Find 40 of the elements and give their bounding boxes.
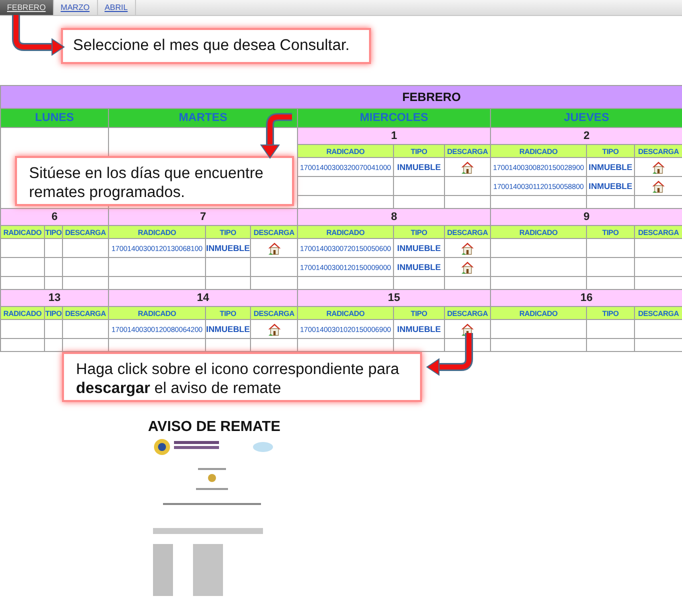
- house-icon[interactable]: [268, 322, 280, 336]
- day-number: 7: [108, 208, 298, 226]
- day-number: 13: [0, 290, 108, 306]
- table-cell: INMUEBLE: [394, 258, 444, 276]
- day-number: 16: [490, 290, 682, 306]
- house-icon[interactable]: [268, 242, 280, 254]
- house-icon[interactable]: [461, 160, 474, 174]
- table-cell: INMUEBLE: [206, 238, 250, 258]
- day-number: 1: [298, 128, 490, 144]
- weekday-header: JUEVES: [490, 108, 682, 128]
- table-cell: INMUEBLE: [586, 158, 634, 176]
- instruction-text: Sitúese en los días que encuentre remates programados.: [29, 165, 264, 201]
- table-cell: INMUEBLE: [394, 320, 444, 338]
- day-number: 14: [108, 290, 298, 306]
- weekday-header: MIERCOLES: [298, 108, 490, 128]
- document-title: AVISO DE REMATE: [148, 419, 280, 435]
- day-number: 6: [0, 208, 108, 226]
- arrow: [426, 333, 473, 376]
- instruction-text: Seleccione el mes que desea Consultar.: [73, 37, 350, 54]
- month-tab[interactable]: ABRIL: [98, 0, 136, 15]
- day-number: 2: [490, 128, 682, 144]
- table-cell: INMUEBLE: [394, 238, 444, 258]
- house-icon[interactable]: [652, 160, 666, 174]
- day-number: 15: [298, 290, 490, 306]
- house-icon[interactable]: [461, 260, 474, 274]
- arrow: [260, 113, 292, 159]
- table-cell: INMUEBLE: [206, 320, 250, 338]
- house-icon[interactable]: [652, 180, 666, 192]
- month-tab[interactable]: FEBRERO: [0, 0, 54, 15]
- table-cell: INMUEBLE: [586, 176, 634, 196]
- day-number: 8: [298, 208, 490, 226]
- house-icon[interactable]: [461, 242, 474, 254]
- weekday-header: LUNES: [0, 108, 108, 128]
- house-icon[interactable]: [461, 322, 474, 336]
- arrow: [12, 15, 65, 56]
- month-title: FEBRERO: [402, 90, 461, 104]
- day-number: 9: [490, 208, 682, 226]
- month-tab[interactable]: MARZO: [54, 0, 98, 15]
- instruction-text: Haga click sobre el icono correspondiente para descargar el aviso de remate: [76, 361, 400, 397]
- table-cell: INMUEBLE: [394, 158, 444, 176]
